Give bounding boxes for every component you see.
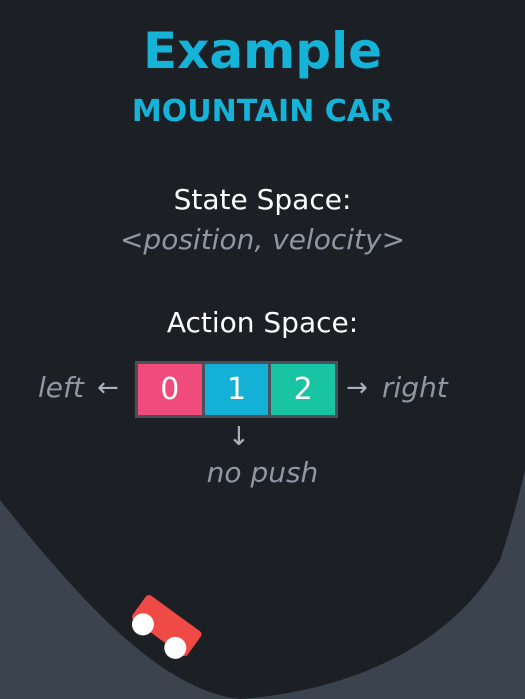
hill-terrain (0, 500, 240, 699)
action-space-label: Action Space: (166, 306, 359, 339)
page-subtitle: MOUNTAIN CAR (131, 94, 394, 129)
state-space-value: <position, velocity> (119, 223, 406, 256)
action-space-cells: 0 1 2 (135, 361, 338, 418)
action-cell-1-label: 1 (226, 372, 247, 407)
right-arrow-icon: → (346, 373, 368, 403)
action-cell-2-label: 2 (293, 372, 313, 407)
action-right-label: right (382, 371, 448, 404)
hill-terrain-right (240, 470, 525, 699)
action-left-label: left (38, 371, 84, 404)
action-cell-0: 0 (138, 364, 202, 415)
action-cell-0-label: 0 (160, 372, 180, 407)
left-arrow-icon: ← (97, 373, 119, 403)
page-title: Example (142, 22, 383, 80)
action-no-push-label: no push (206, 456, 319, 489)
down-arrow-icon: ↓ (228, 422, 250, 452)
state-space-label: State Space: (173, 183, 352, 216)
action-cell-1: 1 (204, 364, 269, 415)
action-cell-2: 2 (271, 364, 336, 415)
